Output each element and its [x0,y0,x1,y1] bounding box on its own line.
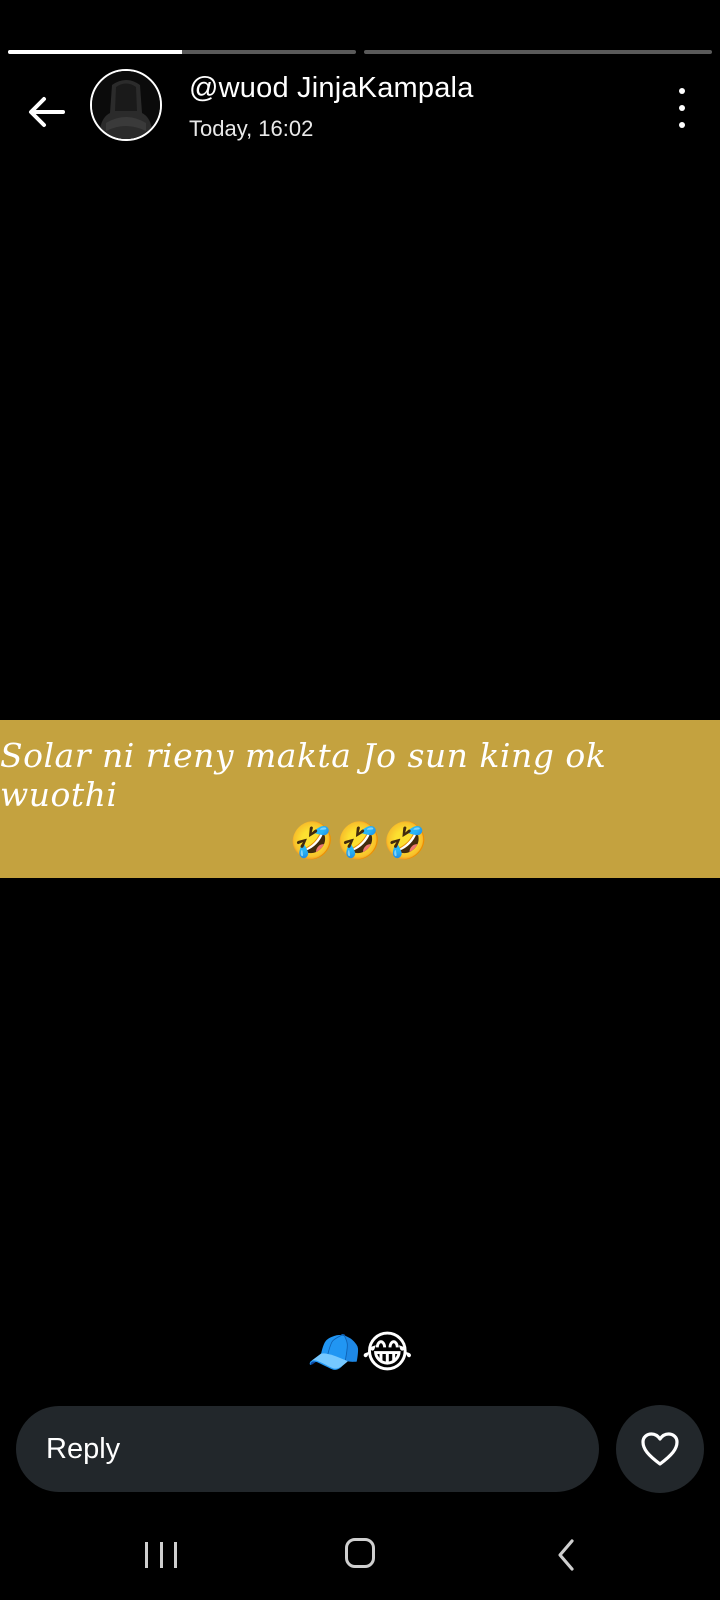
account-name[interactable]: @wuod JinjaKampala [189,72,474,105]
caption-emojis: 🤣🤣🤣 [289,820,431,861]
ellipsis-dot [679,105,685,111]
recents-button[interactable] [145,1542,177,1568]
arrow-left-icon [29,97,65,127]
recents-icon-bar [159,1542,163,1568]
story-header: @wuod JinjaKampala Today, 16:02 [0,66,720,146]
home-button[interactable] [345,1538,375,1568]
more-options-button[interactable] [672,88,692,128]
heart-outline-icon [641,1432,679,1466]
avatar-image [92,71,160,139]
reply-input[interactable]: Reply [16,1406,599,1492]
recents-icon [145,1542,148,1568]
post-time: Today, 16:02 [189,116,314,141]
system-back-button[interactable] [552,1538,582,1572]
reaction-emojis[interactable]: 🧢😂 [0,1326,720,1378]
chevron-left-icon [558,1539,574,1571]
recents-icon-bar [174,1542,177,1568]
system-navigation-bar [0,1530,720,1580]
reply-placeholder: Reply [46,1432,121,1465]
caption-text: Solar ni rieny makta Jo sun king ok wuot… [0,736,607,814]
story-progress-segment [8,50,356,54]
story-progress [8,50,712,54]
like-button[interactable] [616,1405,704,1493]
status-caption: Solar ni rieny makta Jo sun king ok wuot… [0,720,720,878]
avatar[interactable] [90,69,162,141]
vertical-ellipsis-icon [679,88,685,94]
back-button[interactable] [20,86,72,138]
ellipsis-dot [679,122,685,128]
story-progress-fill [8,50,182,54]
story-progress-segment [364,50,712,54]
